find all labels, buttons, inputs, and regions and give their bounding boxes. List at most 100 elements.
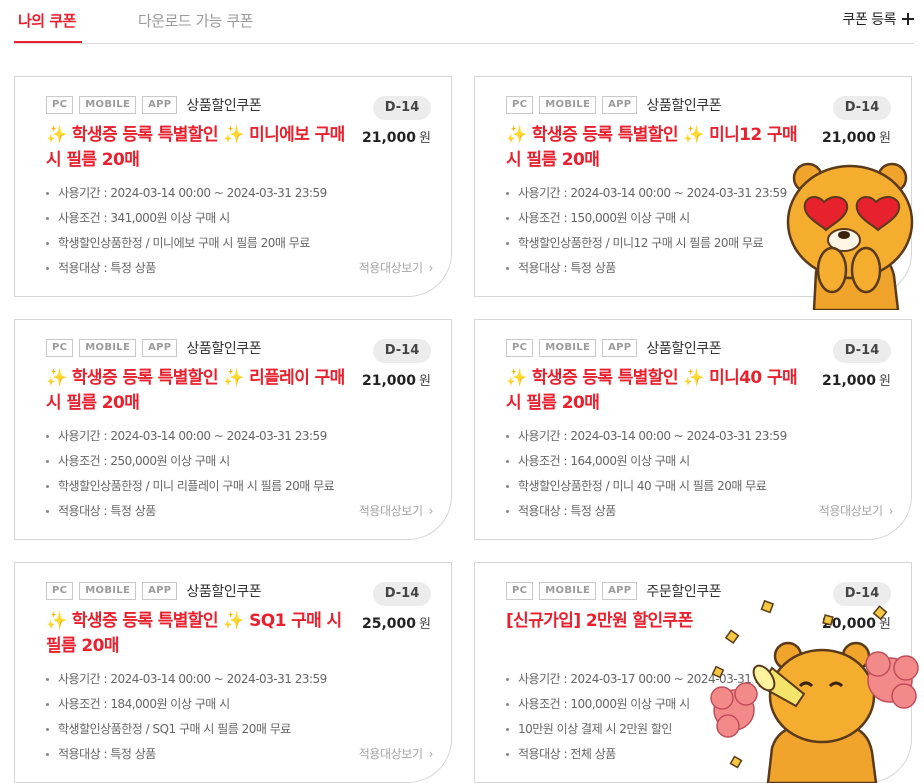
coupon-details: 사용기간 : 2024-03-14 00:00 ~ 2024-03-31 23:… <box>46 669 327 769</box>
coupon-title: ✨ 학생증 등록 특별할인 ✨ 미니에보 구매 시 필름 20매 <box>46 125 345 170</box>
tab-my-coupons[interactable]: 나의 쿠폰 <box>18 10 76 31</box>
usage-period: 사용기간 : 2024-03-14 00:00 ~ 2024-03-31 23:… <box>506 183 787 208</box>
coupon-title: ✨ 학생증 등록 특별할인 ✨ 리플레이 구매 시 필름 20매 <box>46 368 345 413</box>
coupon-type: 상품할인쿠폰 <box>186 98 262 114</box>
usage-condition: 사용조건 : 164,000원 이상 구매 시 <box>506 451 787 476</box>
platform-badges: PC MOBILE APP 상품할인쿠폰 <box>506 95 722 115</box>
dday-badge: D-14 <box>373 339 431 363</box>
applicable-target: 적용대상 : 특정 상품 <box>506 501 787 526</box>
coupon-details: 사용기간 : 2024-03-14 00:00 ~ 2024-03-31 23:… <box>506 183 787 283</box>
coupon-note: 학생할인상품한정 / 미니 40 구매 시 필름 20매 무료 <box>506 476 787 501</box>
coupon-note: 학생할인상품한정 / 미니에보 구매 시 필름 20매 무료 <box>46 233 327 258</box>
view-targets-label: 적용대상보기 <box>358 261 423 275</box>
view-targets-link[interactable]: 적용대상보기 › <box>359 502 434 519</box>
amount-value: 21,000 <box>822 130 877 146</box>
register-coupon-button[interactable]: 쿠폰 등록 <box>843 9 914 29</box>
currency-unit: 원 <box>419 131 431 146</box>
platform-badges: PC MOBILE APP 상품할인쿠폰 <box>506 338 722 358</box>
usage-period: 사용기간 : 2024-03-14 00:00 ~ 2024-03-31 23:… <box>46 183 327 208</box>
chevron-right-icon: › <box>428 504 434 518</box>
discount-amount: 21,000 원 <box>822 370 891 389</box>
app-badge: APP <box>602 582 638 600</box>
discount-amount: 21,000 원 <box>362 370 431 389</box>
coupon-type: 상품할인쿠폰 <box>186 584 262 600</box>
platform-badges: PC MOBILE APP 상품할인쿠폰 <box>46 581 262 601</box>
platform-badges: PC MOBILE APP 상품할인쿠폰 <box>46 338 262 358</box>
coupon-title: ✨ 학생증 등록 특별할인 ✨ 미니40 구매 시 필름 20매 <box>506 368 798 413</box>
view-targets-link[interactable]: 적용대상보기 › <box>818 502 894 519</box>
chevron-right-icon: › <box>428 261 434 275</box>
app-badge: APP <box>142 96 178 114</box>
platform-badges: PC MOBILE APP 상품할인쿠폰 <box>46 95 262 115</box>
pc-badge: PC <box>46 96 74 114</box>
currency-unit: 원 <box>879 374 891 389</box>
chevron-right-icon: › <box>428 747 434 761</box>
view-targets-link[interactable]: 적용대상보기 › <box>358 259 434 276</box>
usage-condition: 사용조건 : 184,000원 이상 구매 시 <box>46 694 327 719</box>
applicable-target: 적용대상 : 특정 상품 <box>46 744 327 769</box>
coupon-note: 학생할인상품한정 / 미니12 구매 시 필름 20매 무료 <box>506 233 787 258</box>
usage-condition: 사용조건 : 250,000원 이상 구매 시 <box>46 451 334 476</box>
coupon-card: PC MOBILE APP 상품할인쿠폰 D-14 ✨ 학생증 등록 특별할인 … <box>14 562 452 783</box>
applicable-target: 적용대상 : 특정 상품 <box>46 258 327 283</box>
tabs-divider <box>14 43 914 44</box>
currency-unit: 원 <box>419 617 431 632</box>
mobile-badge: MOBILE <box>79 339 137 357</box>
view-targets-link[interactable]: 적용대상보기 › <box>358 745 434 762</box>
usage-condition: 사용조건 : 150,000원 이상 구매 시 <box>506 208 787 233</box>
app-badge: APP <box>142 582 178 600</box>
mobile-badge: MOBILE <box>539 582 597 600</box>
cheering-character-sticker <box>710 599 919 783</box>
app-badge: APP <box>602 96 638 114</box>
amount-value: 21,000 <box>362 373 417 389</box>
heart-eyes-character-sticker <box>786 162 914 310</box>
discount-amount: 25,000 원 <box>362 613 431 632</box>
amount-value: 21,000 <box>362 130 417 146</box>
currency-unit: 원 <box>419 374 431 389</box>
coupon-card: PC MOBILE APP 상품할인쿠폰 D-14 ✨ 학생증 등록 특별할인 … <box>14 76 452 297</box>
view-targets-label: 적용대상보기 <box>818 504 883 518</box>
dday-badge: D-14 <box>373 96 431 120</box>
dday-badge: D-14 <box>833 96 891 120</box>
plus-icon <box>902 13 914 25</box>
coupon-type: 상품할인쿠폰 <box>646 98 722 114</box>
coupon-title: ✨ 학생증 등록 특별할인 ✨ 미니12 구매 시 필름 20매 <box>506 125 798 170</box>
currency-unit: 원 <box>879 131 891 146</box>
pc-badge: PC <box>46 339 74 357</box>
mobile-badge: MOBILE <box>539 96 597 114</box>
app-badge: APP <box>602 339 638 357</box>
coupon-card: PC MOBILE APP 상품할인쿠폰 D-14 ✨ 학생증 등록 특별할인 … <box>14 319 452 540</box>
amount-value: 21,000 <box>822 373 877 389</box>
pc-badge: PC <box>506 582 534 600</box>
usage-period: 사용기간 : 2024-03-14 00:00 ~ 2024-03-31 23:… <box>46 426 334 451</box>
pc-badge: PC <box>46 582 74 600</box>
coupon-type: 상품할인쿠폰 <box>646 341 722 357</box>
discount-amount: 21,000 원 <box>822 127 891 146</box>
discount-amount: 21,000 원 <box>362 127 431 146</box>
mobile-badge: MOBILE <box>539 339 597 357</box>
applicable-target: 적용대상 : 특정 상품 <box>506 258 787 283</box>
applicable-target: 적용대상 : 특정 상품 <box>46 501 334 526</box>
coupon-tabs: 나의 쿠폰 다운로드 가능 쿠폰 쿠폰 등록 <box>0 0 924 44</box>
coupon-note: 학생할인상품한정 / SQ1 구매 시 필름 20매 무료 <box>46 719 327 744</box>
usage-period: 사용기간 : 2024-03-14 00:00 ~ 2024-03-31 23:… <box>506 426 787 451</box>
view-targets-label: 적용대상보기 <box>358 747 423 761</box>
usage-condition: 사용조건 : 341,000원 이상 구매 시 <box>46 208 327 233</box>
amount-value: 25,000 <box>362 616 417 632</box>
mobile-badge: MOBILE <box>79 582 137 600</box>
chevron-right-icon: › <box>888 504 894 518</box>
usage-period: 사용기간 : 2024-03-14 00:00 ~ 2024-03-31 23:… <box>46 669 327 694</box>
app-badge: APP <box>142 339 178 357</box>
coupon-card: PC MOBILE APP 상품할인쿠폰 D-14 ✨ 학생증 등록 특별할인 … <box>474 319 912 540</box>
coupon-title: ✨ 학생증 등록 특별할인 ✨ SQ1 구매 시 필름 20매 <box>46 611 342 656</box>
dday-badge: D-14 <box>373 582 431 606</box>
mobile-badge: MOBILE <box>79 96 137 114</box>
pc-badge: PC <box>506 339 534 357</box>
coupon-note: 학생할인상품한정 / 미니 리플레이 구매 시 필름 20매 무료 <box>46 476 335 501</box>
register-coupon-label: 쿠폰 등록 <box>842 12 897 28</box>
coupon-details: 사용기간 : 2024-03-14 00:00 ~ 2024-03-31 23:… <box>46 426 335 526</box>
tab-downloadable-coupons[interactable]: 다운로드 가능 쿠폰 <box>138 10 253 31</box>
coupon-details: 사용기간 : 2024-03-14 00:00 ~ 2024-03-31 23:… <box>506 426 787 526</box>
platform-badges: PC MOBILE APP 주문할인쿠폰 <box>506 581 722 601</box>
pc-badge: PC <box>506 96 534 114</box>
